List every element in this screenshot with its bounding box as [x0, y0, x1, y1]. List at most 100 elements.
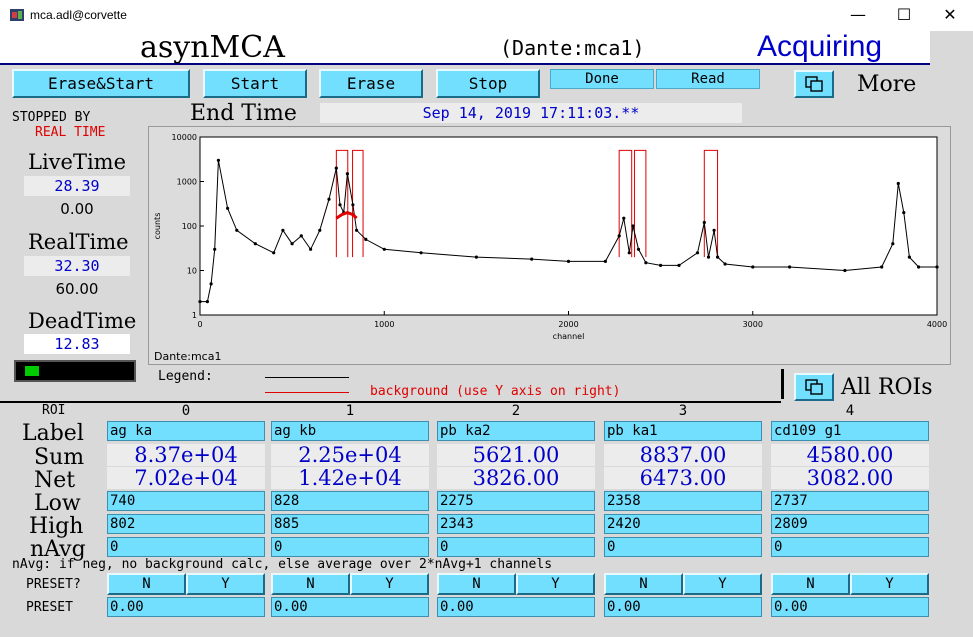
- roi-preset-input[interactable]: 0.00: [437, 597, 595, 617]
- roi-high-input[interactable]: 2420: [604, 514, 762, 534]
- x-tick-label: 4000: [927, 320, 947, 329]
- read-button[interactable]: Read: [656, 69, 760, 89]
- x-tick-label: 2000: [558, 320, 578, 329]
- roi-high-input[interactable]: 802: [107, 514, 265, 534]
- start-button[interactable]: Start: [203, 69, 307, 98]
- spectrum-point: [627, 251, 631, 255]
- legend-background-text: background (use Y axis on right): [370, 384, 621, 399]
- roi-sum-value: 2.25e+04: [271, 444, 429, 466]
- x-axis-label: channel: [553, 332, 585, 341]
- spectrum-point: [631, 224, 635, 228]
- end-time-label: End Time: [190, 101, 297, 126]
- roi-preset-yes-button[interactable]: Y: [350, 573, 429, 595]
- spectrum-point: [334, 166, 338, 170]
- windows-icon: [805, 379, 823, 395]
- spectrum-point: [617, 234, 621, 238]
- roi-net-value: 7.02e+04: [107, 467, 265, 489]
- y-tick-label: 10000: [172, 133, 197, 142]
- roi-preset-input[interactable]: 0.00: [107, 597, 265, 617]
- roi-marker: [335, 149, 349, 258]
- spectrum-point: [327, 197, 331, 201]
- roi-net-value: 1.42e+04: [271, 467, 429, 489]
- roi-navg-input[interactable]: 0: [271, 537, 429, 557]
- roi-preset-no-button[interactable]: N: [107, 573, 186, 595]
- spectrum-point: [751, 265, 755, 269]
- legend-data-line: [265, 377, 349, 378]
- roi-marker: [618, 149, 633, 258]
- roi-navg-input[interactable]: 0: [437, 537, 595, 557]
- spectrum-point: [603, 259, 607, 263]
- roi-net-value: 3082.00: [771, 467, 929, 489]
- roi-preset-input[interactable]: 0.00: [271, 597, 429, 617]
- spectrum-point: [917, 265, 921, 269]
- roi-header: ROI: [42, 403, 66, 418]
- windows-icon: [805, 76, 823, 92]
- roi-net-value: 3826.00: [437, 467, 595, 489]
- spectrum-point: [338, 203, 342, 207]
- legend-background-line: [265, 392, 349, 393]
- roi-high-input[interactable]: 2343: [437, 514, 595, 534]
- more-button[interactable]: [794, 70, 834, 98]
- high-row-label: High: [29, 514, 84, 539]
- label-row-label: Label: [22, 421, 84, 446]
- spectrum-point: [891, 242, 895, 246]
- more-label: More: [857, 72, 917, 97]
- roi-label-input[interactable]: ag ka: [107, 421, 265, 441]
- roi-preset-yes-button[interactable]: Y: [683, 573, 762, 595]
- roi-preset-yes-button[interactable]: Y: [186, 573, 265, 595]
- roi-label-input[interactable]: ag kb: [271, 421, 429, 441]
- spectrum-point: [299, 234, 303, 238]
- livetime-value: 28.39: [24, 176, 130, 196]
- spectrum-point: [636, 247, 641, 251]
- spectrum-point: [716, 255, 720, 259]
- roi-preset-no-button[interactable]: N: [271, 573, 350, 595]
- roi-low-input[interactable]: 828: [271, 491, 429, 511]
- roi-sum-value: 4580.00: [771, 444, 929, 466]
- maximize-button[interactable]: ☐: [881, 0, 927, 31]
- minimize-button[interactable]: —: [835, 0, 881, 31]
- y-axis-label: counts: [153, 213, 162, 240]
- spectrum-point: [290, 242, 294, 246]
- sum-row-label: Sum: [34, 445, 85, 470]
- roi-preset-no-button[interactable]: N: [771, 573, 850, 595]
- roi-label-input[interactable]: cd109 g1: [771, 421, 929, 441]
- roi-low-input[interactable]: 2737: [771, 491, 929, 511]
- roi-label-input[interactable]: pb ka1: [604, 421, 762, 441]
- spectrum-point: [351, 203, 355, 207]
- erase-start-button[interactable]: Erase&Start: [12, 69, 190, 98]
- all-rois-button[interactable]: [794, 373, 834, 401]
- erase-button[interactable]: Erase: [319, 69, 423, 98]
- deadtime-label: DeadTime: [28, 309, 137, 333]
- done-indicator: Done: [550, 69, 654, 89]
- roi-label-input[interactable]: pb ka2: [437, 421, 595, 441]
- stop-button[interactable]: Stop: [436, 69, 540, 98]
- net-row-label: Net: [34, 468, 76, 493]
- deadtime-bar-fill: [25, 366, 39, 376]
- spectrum-point: [677, 263, 681, 267]
- realtime-value: 32.30: [24, 256, 130, 276]
- roi-index: 2: [511, 403, 521, 419]
- roi-navg-input[interactable]: 0: [107, 537, 265, 557]
- roi-preset-yes-button[interactable]: Y: [850, 573, 929, 595]
- roi-sum-value: 8.37e+04: [107, 444, 265, 466]
- roi-navg-input[interactable]: 0: [604, 537, 762, 557]
- roi-index: 0: [181, 403, 191, 419]
- device-name: (Dante:mca1): [500, 36, 645, 60]
- close-button[interactable]: ✕: [927, 0, 973, 31]
- roi-preset-input[interactable]: 0.00: [604, 597, 762, 617]
- roi-navg-input[interactable]: 0: [771, 537, 929, 557]
- window-titlebar: [0, 0, 973, 31]
- spectrum-point: [281, 228, 285, 232]
- roi-preset-no-button[interactable]: N: [604, 573, 683, 595]
- roi-high-input[interactable]: 2809: [771, 514, 929, 534]
- roi-preset-no-button[interactable]: N: [437, 573, 516, 595]
- roi-low-input[interactable]: 2275: [437, 491, 595, 511]
- deadtime-bar: [14, 360, 136, 382]
- roi-high-input[interactable]: 885: [271, 514, 429, 534]
- spectrum-point: [843, 268, 847, 273]
- roi-preset-yes-button[interactable]: Y: [516, 573, 595, 595]
- roi-low-input[interactable]: 2358: [604, 491, 762, 511]
- roi-preset-input[interactable]: 0.00: [771, 597, 929, 617]
- roi-index: 3: [678, 403, 688, 419]
- roi-low-input[interactable]: 740: [107, 491, 265, 511]
